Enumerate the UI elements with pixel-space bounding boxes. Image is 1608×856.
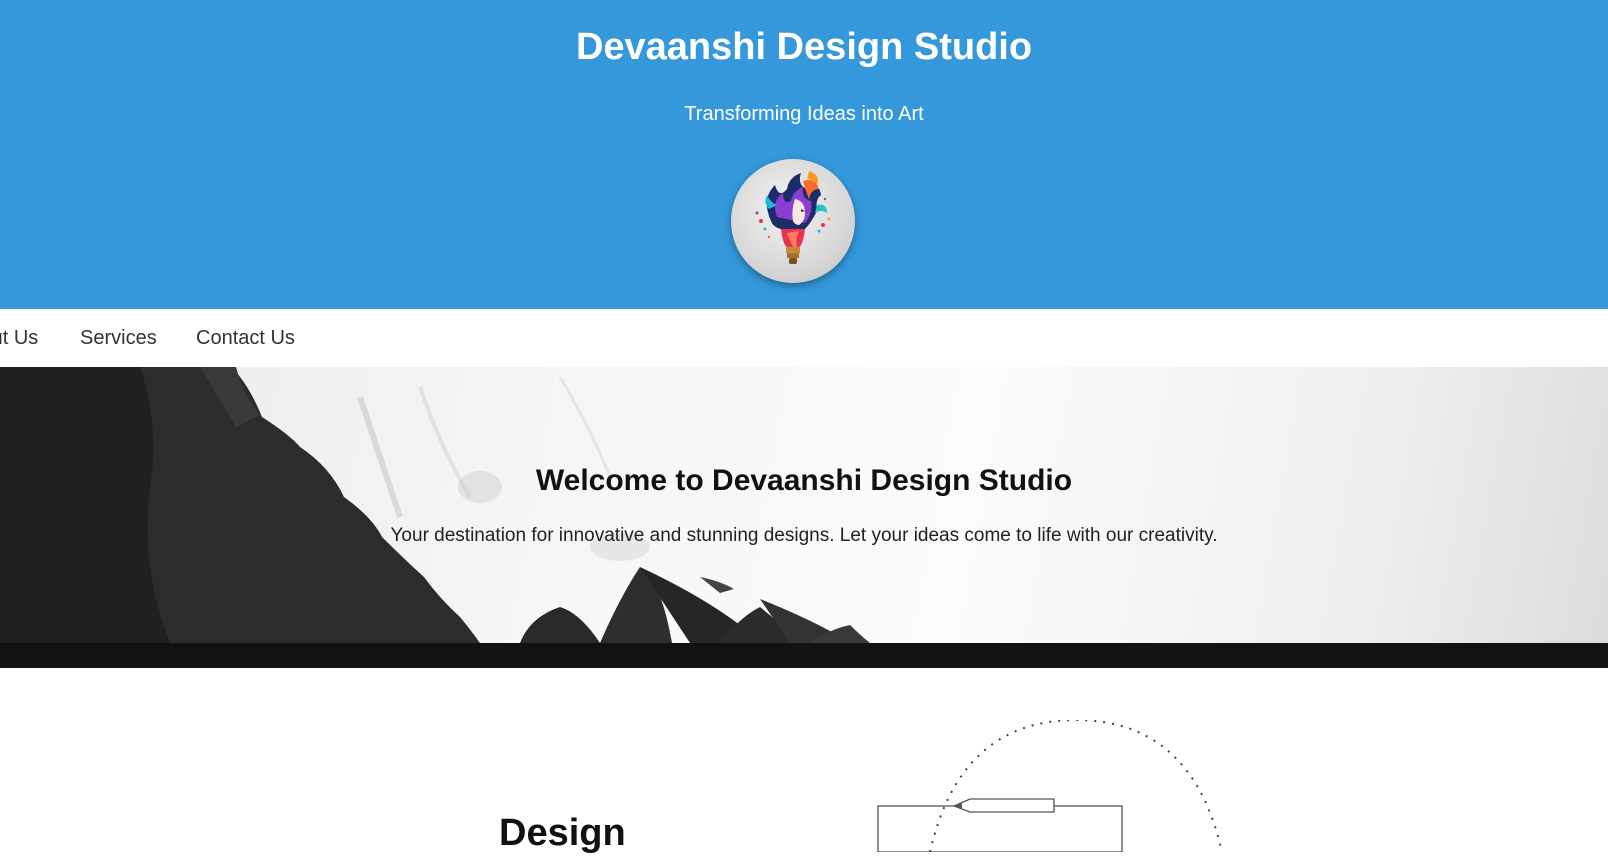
nav-item-about-us[interactable]: About Us bbox=[0, 326, 38, 350]
design-tools-illustration-icon bbox=[877, 720, 1223, 852]
hero-banner: Welcome to Devaanshi Design Studio Your … bbox=[0, 367, 1608, 643]
hero-title: Welcome to Devaanshi Design Studio bbox=[535, 464, 1073, 497]
lightbulb-woman-logo-icon bbox=[731, 159, 855, 283]
site-header: Devaanshi Design Studio Transforming Ide… bbox=[0, 0, 1608, 309]
main-nav: About Us Services Contact Us bbox=[0, 309, 1608, 367]
site-tagline: Transforming Ideas into Art bbox=[684, 103, 924, 125]
design-section-heading: Design bbox=[499, 812, 626, 854]
nav-item-contact-us[interactable]: Contact Us bbox=[196, 326, 295, 350]
section-divider bbox=[0, 643, 1608, 668]
nav-item-services[interactable]: Services bbox=[80, 326, 157, 350]
ink-brush-background bbox=[0, 367, 870, 643]
hero-description: Your destination for innovative and stun… bbox=[390, 525, 1218, 546]
site-title: Devaanshi Design Studio bbox=[575, 26, 1033, 68]
